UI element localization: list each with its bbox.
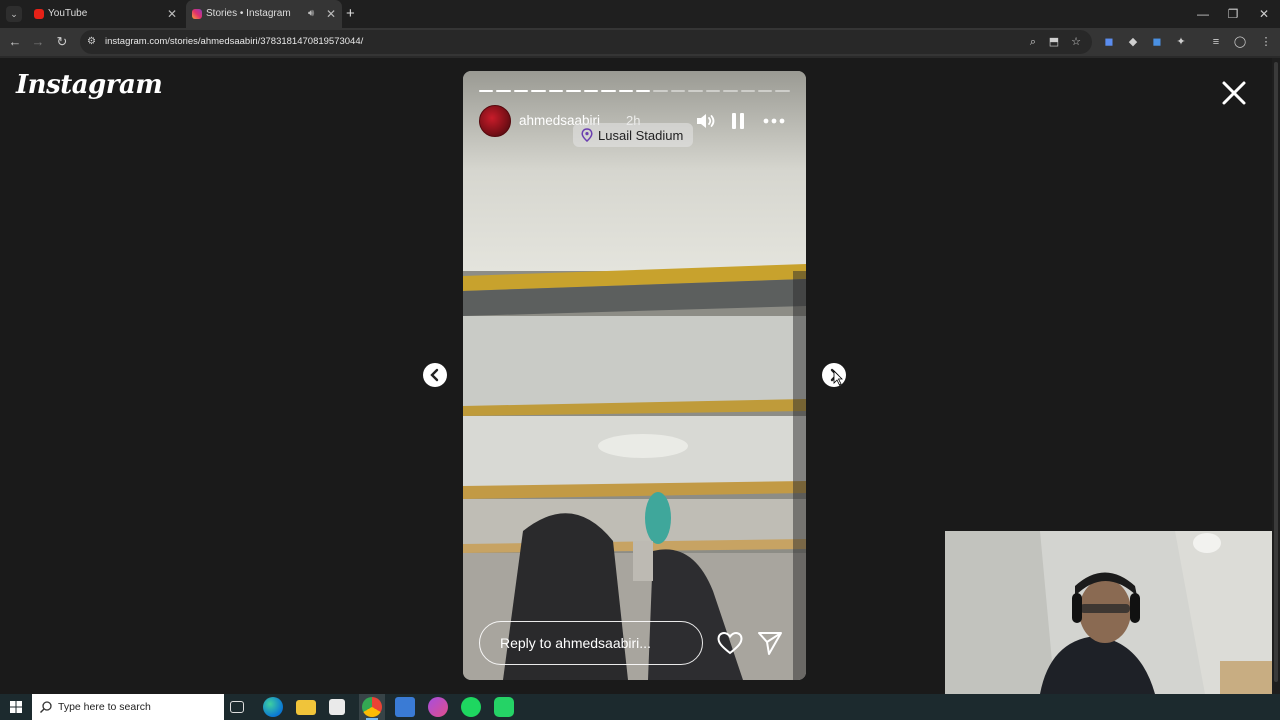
progress-segment xyxy=(653,90,668,92)
tab-title: Stories • Instagram xyxy=(206,8,291,19)
browser-toolbar: ← → ↻ ⚙ instagram.com/stories/ahmedsaabi… xyxy=(0,28,1280,56)
story-progress-bar xyxy=(479,90,790,92)
zoom-icon[interactable]: ⌕ xyxy=(1023,28,1043,56)
forward-button[interactable]: → xyxy=(28,28,48,56)
install-app-icon[interactable]: ⬒ xyxy=(1044,28,1064,56)
restore-button[interactable]: ❐ xyxy=(1218,0,1248,28)
search-placeholder: Type here to search xyxy=(58,701,151,713)
progress-segment xyxy=(775,90,790,92)
chevron-right-icon xyxy=(830,368,843,386)
profile-icon[interactable]: ◯ xyxy=(1230,28,1250,56)
messenger-app-icon[interactable] xyxy=(428,697,448,717)
file-explorer-icon[interactable] xyxy=(296,700,316,715)
microsoft-store-icon[interactable] xyxy=(329,699,345,715)
progress-segment xyxy=(635,90,651,92)
chevron-left-icon xyxy=(430,368,439,382)
address-bar[interactable]: ⚙ instagram.com/stories/ahmedsaabiri/378… xyxy=(80,30,1092,54)
tab-bar: ⌄ YouTube ✕ Stories • Instagram 🔊︎ ✕ + —… xyxy=(0,0,1280,28)
close-tab-icon[interactable]: ✕ xyxy=(326,0,336,28)
avatar[interactable] xyxy=(479,105,511,137)
volume-icon[interactable] xyxy=(694,109,718,133)
scrollbar-thumb[interactable] xyxy=(1274,62,1278,682)
tab-instagram[interactable]: Stories • Instagram 🔊︎ ✕ xyxy=(186,0,342,28)
task-view-icon[interactable] xyxy=(230,701,244,713)
instagram-stories-page: Instagram ahmedsaabiri 2h Lusail Stadium… xyxy=(0,58,1272,694)
progress-segment xyxy=(548,90,564,92)
progress-segment xyxy=(740,90,755,92)
search-icon xyxy=(40,701,52,713)
progress-segment xyxy=(688,90,703,92)
page-scrollbar[interactable] xyxy=(1272,58,1280,694)
close-window-button[interactable]: ✕ xyxy=(1249,0,1279,28)
progress-segment xyxy=(705,90,721,92)
progress-segment xyxy=(531,90,546,92)
close-tab-icon[interactable]: ✕ xyxy=(167,0,177,28)
pause-icon[interactable] xyxy=(726,109,750,133)
send-share-icon[interactable] xyxy=(756,629,784,657)
progress-segment xyxy=(618,90,633,92)
tab-title: YouTube xyxy=(48,8,88,19)
previous-story-button[interactable] xyxy=(423,363,447,387)
reply-input[interactable]: Reply to ahmedsaabiri... xyxy=(479,621,703,665)
reload-button[interactable]: ↻ xyxy=(52,28,72,56)
extension-diamond-icon[interactable]: ◆ xyxy=(1123,28,1143,56)
edge-icon[interactable] xyxy=(263,697,283,717)
tab-search-button[interactable]: ⌄ xyxy=(6,6,22,22)
progress-segment xyxy=(583,90,599,92)
progress-segment xyxy=(479,90,494,92)
progress-segment xyxy=(723,90,738,92)
reply-placeholder: Reply to ahmedsaabiri... xyxy=(500,635,651,651)
back-button[interactable]: ← xyxy=(5,28,25,56)
story-video xyxy=(463,71,806,680)
instagram-icon xyxy=(192,9,202,19)
location-pin-icon xyxy=(581,128,593,142)
location-sticker[interactable]: Lusail Stadium xyxy=(573,123,694,147)
progress-segment xyxy=(566,90,581,92)
menu-kebab-icon[interactable]: ⋮ xyxy=(1256,28,1276,56)
taskbar-search-box[interactable]: Type here to search xyxy=(32,694,224,720)
progress-segment xyxy=(496,90,511,92)
new-tab-button[interactable]: + xyxy=(346,0,355,28)
tab-youtube[interactable]: YouTube ✕ xyxy=(28,0,180,28)
location-name: Lusail Stadium xyxy=(598,127,684,143)
progress-segment xyxy=(670,90,686,92)
progress-segment xyxy=(513,90,529,92)
instagram-logo[interactable]: Instagram xyxy=(16,70,163,100)
minimize-button[interactable]: — xyxy=(1188,0,1218,28)
translate-extension-icon[interactable]: ◼ xyxy=(1099,28,1119,56)
windows-start-icon[interactable] xyxy=(0,694,32,720)
progress-segment xyxy=(758,90,773,92)
windows-taskbar: Type here to search xyxy=(0,694,1280,720)
chrome-icon[interactable] xyxy=(362,697,382,717)
close-story-icon[interactable] xyxy=(1219,78,1249,108)
site-info-icon[interactable]: ⚙ xyxy=(87,36,99,48)
progress-segment xyxy=(601,90,616,92)
webcam-overlay xyxy=(945,531,1272,694)
like-heart-icon[interactable] xyxy=(716,629,744,657)
mail-app-icon[interactable] xyxy=(395,697,415,717)
spotify-icon[interactable] xyxy=(461,697,481,717)
speaker-icon[interactable]: 🔊︎ xyxy=(308,0,314,28)
whatsapp-business-icon[interactable] xyxy=(494,697,514,717)
youtube-icon xyxy=(34,9,44,19)
url-text[interactable]: instagram.com/stories/ahmedsaabiri/37831… xyxy=(105,30,363,54)
extensions-puzzle-icon[interactable]: ✦ xyxy=(1171,28,1191,56)
next-story-button[interactable] xyxy=(822,363,846,387)
more-options-icon[interactable] xyxy=(762,109,786,133)
bookmark-star-icon[interactable]: ☆ xyxy=(1066,28,1086,56)
extension-blue-icon[interactable]: ◼ xyxy=(1147,28,1167,56)
media-controls-icon[interactable]: ≡ xyxy=(1206,28,1226,56)
story-viewer[interactable]: ahmedsaabiri 2h Lusail Stadium Reply to xyxy=(463,71,806,680)
